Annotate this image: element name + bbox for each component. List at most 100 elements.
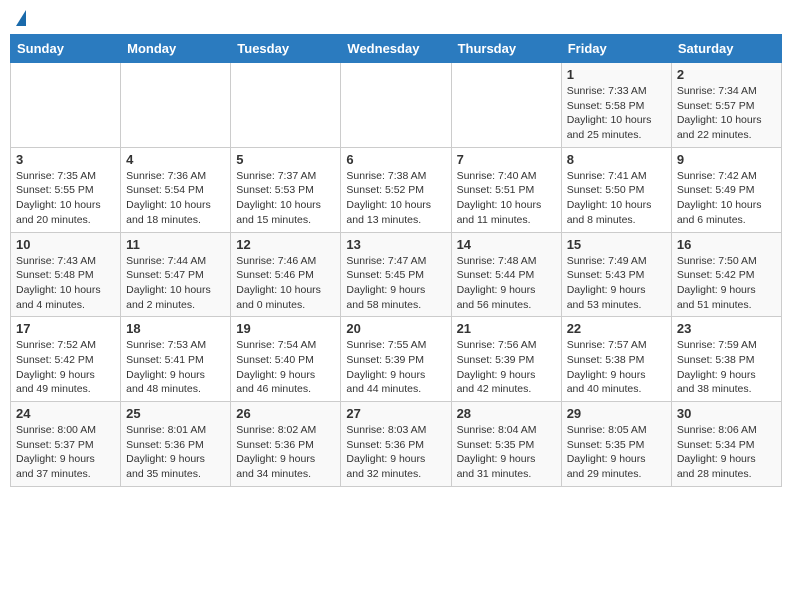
day-number: 27 (346, 406, 445, 421)
day-number: 29 (567, 406, 666, 421)
weekday-header: Friday (561, 35, 671, 63)
day-info: Sunrise: 7:53 AM Sunset: 5:41 PM Dayligh… (126, 338, 225, 397)
day-number: 6 (346, 152, 445, 167)
calendar-cell: 22Sunrise: 7:57 AM Sunset: 5:38 PM Dayli… (561, 317, 671, 402)
day-info: Sunrise: 7:43 AM Sunset: 5:48 PM Dayligh… (16, 254, 115, 313)
day-info: Sunrise: 7:37 AM Sunset: 5:53 PM Dayligh… (236, 169, 335, 228)
day-info: Sunrise: 7:42 AM Sunset: 5:49 PM Dayligh… (677, 169, 776, 228)
day-info: Sunrise: 7:52 AM Sunset: 5:42 PM Dayligh… (16, 338, 115, 397)
calendar-cell: 8Sunrise: 7:41 AM Sunset: 5:50 PM Daylig… (561, 147, 671, 232)
day-number: 23 (677, 321, 776, 336)
calendar-cell: 19Sunrise: 7:54 AM Sunset: 5:40 PM Dayli… (231, 317, 341, 402)
day-number: 25 (126, 406, 225, 421)
weekday-header: Saturday (671, 35, 781, 63)
calendar-cell: 12 Sunrise: 7:46 AM Sunset: 5:46 PM Dayli… (231, 232, 341, 317)
weekday-header: Monday (121, 35, 231, 63)
calendar-cell: 27 Sunrise: 8:03 AM Sunset: 5:36 PM Dayli… (341, 402, 451, 487)
day-info: Sunrise: 7:59 AM Sunset: 5:38 PM Dayligh… (677, 338, 776, 397)
day-info: Sunrise: 7:57 AM Sunset: 5:38 PM Dayligh… (567, 338, 666, 397)
day-number: 26 (236, 406, 335, 421)
day-info: Sunrise: 7:46 AM Sunset: 5:46 PM Dayligh… (236, 254, 335, 313)
calendar-cell: 20 Sunrise: 7:55 AM Sunset: 5:39 PM Dayli… (341, 317, 451, 402)
day-number: 21 (457, 321, 556, 336)
day-info: Sunrise: 7:55 AM Sunset: 5:39 PM Dayligh… (346, 338, 445, 397)
day-info: Sunrise: 7:36 AM Sunset: 5:54 PM Dayligh… (126, 169, 225, 228)
day-info: Sunrise: 8:03 AM Sunset: 5:36 PM Dayligh… (346, 423, 445, 482)
calendar-cell: 15 Sunrise: 7:49 AM Sunset: 5:43 PM Dayli… (561, 232, 671, 317)
page-header (10, 10, 782, 26)
calendar-cell: 30 Sunrise: 8:06 AM Sunset: 5:34 PM Dayli… (671, 402, 781, 487)
day-number: 7 (457, 152, 556, 167)
calendar-week-row: 1 Sunrise: 7:33 AM Sunset: 5:58 PM Daylig… (11, 63, 782, 148)
calendar-cell (121, 63, 231, 148)
calendar-cell: 3 Sunrise: 7:35 AM Sunset: 5:55 PM Daylig… (11, 147, 121, 232)
day-number: 17 (16, 321, 115, 336)
day-info: Sunrise: 7:33 AM Sunset: 5:58 PM Dayligh… (567, 84, 666, 143)
day-number: 18 (126, 321, 225, 336)
calendar-cell: 13 Sunrise: 7:47 AM Sunset: 5:45 PM Dayli… (341, 232, 451, 317)
day-number: 5 (236, 152, 335, 167)
calendar-week-row: 3 Sunrise: 7:35 AM Sunset: 5:55 PM Daylig… (11, 147, 782, 232)
calendar-cell: 24 Sunrise: 8:00 AM Sunset: 5:37 PM Dayli… (11, 402, 121, 487)
calendar-cell: 14 Sunrise: 7:48 AM Sunset: 5:44 PM Dayli… (451, 232, 561, 317)
calendar-week-row: 10 Sunrise: 7:43 AM Sunset: 5:48 PM Dayli… (11, 232, 782, 317)
day-number: 12 (236, 237, 335, 252)
day-info: Sunrise: 7:56 AM Sunset: 5:39 PM Dayligh… (457, 338, 556, 397)
calendar-cell: 23 Sunrise: 7:59 AM Sunset: 5:38 PM Dayli… (671, 317, 781, 402)
weekday-header: Sunday (11, 35, 121, 63)
day-number: 20 (346, 321, 445, 336)
calendar-cell: 28 Sunrise: 8:04 AM Sunset: 5:35 PM Dayli… (451, 402, 561, 487)
day-info: Sunrise: 7:47 AM Sunset: 5:45 PM Dayligh… (346, 254, 445, 313)
calendar-header-row: SundayMondayTuesdayWednesdayThursdayFrid… (11, 35, 782, 63)
calendar-cell: 10 Sunrise: 7:43 AM Sunset: 5:48 PM Dayli… (11, 232, 121, 317)
day-info: Sunrise: 7:49 AM Sunset: 5:43 PM Dayligh… (567, 254, 666, 313)
calendar-cell: 4 Sunrise: 7:36 AM Sunset: 5:54 PM Daylig… (121, 147, 231, 232)
day-number: 15 (567, 237, 666, 252)
calendar-cell (451, 63, 561, 148)
day-number: 3 (16, 152, 115, 167)
day-number: 19 (236, 321, 335, 336)
day-number: 28 (457, 406, 556, 421)
day-number: 2 (677, 67, 776, 82)
calendar-cell: 6 Sunrise: 7:38 AM Sunset: 5:52 PM Daylig… (341, 147, 451, 232)
calendar-week-row: 24 Sunrise: 8:00 AM Sunset: 5:37 PM Dayli… (11, 402, 782, 487)
calendar-cell: 11 Sunrise: 7:44 AM Sunset: 5:47 PM Dayli… (121, 232, 231, 317)
day-info: Sunrise: 8:04 AM Sunset: 5:35 PM Dayligh… (457, 423, 556, 482)
calendar-cell: 25 Sunrise: 8:01 AM Sunset: 5:36 PM Dayli… (121, 402, 231, 487)
day-info: Sunrise: 7:35 AM Sunset: 5:55 PM Dayligh… (16, 169, 115, 228)
day-number: 13 (346, 237, 445, 252)
day-info: Sunrise: 8:05 AM Sunset: 5:35 PM Dayligh… (567, 423, 666, 482)
day-number: 11 (126, 237, 225, 252)
calendar-table: SundayMondayTuesdayWednesdayThursdayFrid… (10, 34, 782, 487)
day-info: Sunrise: 8:00 AM Sunset: 5:37 PM Dayligh… (16, 423, 115, 482)
day-number: 24 (16, 406, 115, 421)
weekday-header: Thursday (451, 35, 561, 63)
calendar-cell: 5 Sunrise: 7:37 AM Sunset: 5:53 PM Daylig… (231, 147, 341, 232)
calendar-cell: 17 Sunrise: 7:52 AM Sunset: 5:42 PM Dayli… (11, 317, 121, 402)
day-info: Sunrise: 8:01 AM Sunset: 5:36 PM Dayligh… (126, 423, 225, 482)
day-info: Sunrise: 7:38 AM Sunset: 5:52 PM Dayligh… (346, 169, 445, 228)
calendar-cell: 21 Sunrise: 7:56 AM Sunset: 5:39 PM Dayli… (451, 317, 561, 402)
day-number: 8 (567, 152, 666, 167)
day-number: 14 (457, 237, 556, 252)
calendar-cell: 2 Sunrise: 7:34 AM Sunset: 5:57 PM Daylig… (671, 63, 781, 148)
day-number: 9 (677, 152, 776, 167)
calendar-cell: 7Sunrise: 7:40 AM Sunset: 5:51 PM Daylig… (451, 147, 561, 232)
weekday-header: Wednesday (341, 35, 451, 63)
day-number: 1 (567, 67, 666, 82)
day-info: Sunrise: 8:06 AM Sunset: 5:34 PM Dayligh… (677, 423, 776, 482)
day-info: Sunrise: 7:48 AM Sunset: 5:44 PM Dayligh… (457, 254, 556, 313)
calendar-cell: 18 Sunrise: 7:53 AM Sunset: 5:41 PM Dayli… (121, 317, 231, 402)
calendar-cell (341, 63, 451, 148)
day-info: Sunrise: 7:34 AM Sunset: 5:57 PM Dayligh… (677, 84, 776, 143)
day-number: 10 (16, 237, 115, 252)
calendar-cell (231, 63, 341, 148)
logo (14, 10, 26, 26)
calendar-cell: 16Sunrise: 7:50 AM Sunset: 5:42 PM Dayli… (671, 232, 781, 317)
day-info: Sunrise: 7:44 AM Sunset: 5:47 PM Dayligh… (126, 254, 225, 313)
day-number: 4 (126, 152, 225, 167)
day-number: 30 (677, 406, 776, 421)
day-info: Sunrise: 7:50 AM Sunset: 5:42 PM Dayligh… (677, 254, 776, 313)
calendar-cell: 29 Sunrise: 8:05 AM Sunset: 5:35 PM Dayli… (561, 402, 671, 487)
calendar-cell: 1 Sunrise: 7:33 AM Sunset: 5:58 PM Daylig… (561, 63, 671, 148)
